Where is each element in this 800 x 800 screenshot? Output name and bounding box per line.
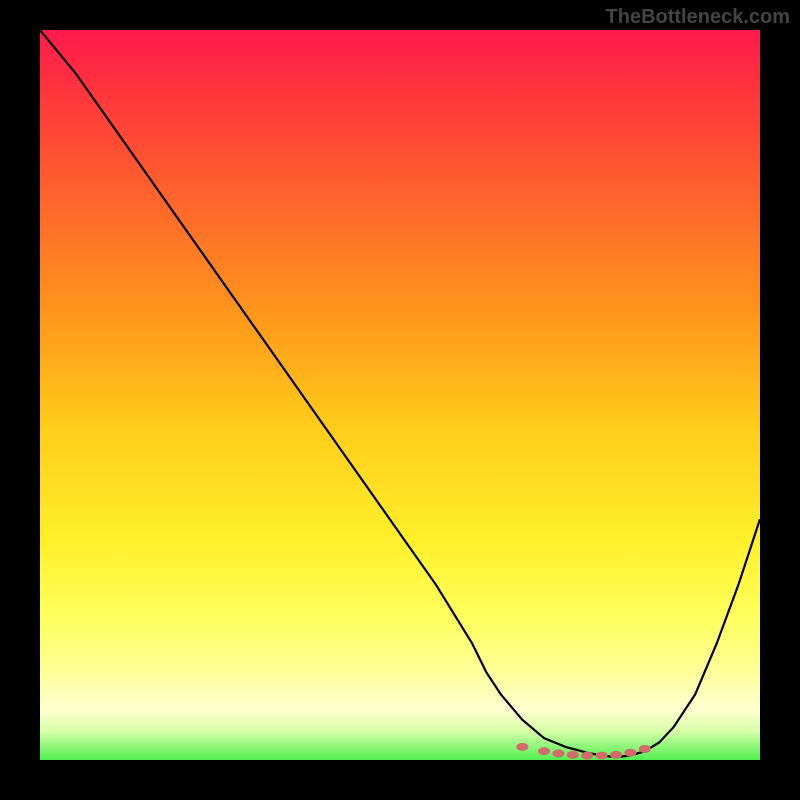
- marker-dot: [516, 743, 528, 751]
- marker-dot: [624, 749, 636, 757]
- marker-dot: [552, 749, 564, 757]
- marker-dot: [581, 752, 593, 760]
- marker-dot: [567, 751, 579, 759]
- watermark-text: TheBottleneck.com: [606, 6, 790, 29]
- marker-dot: [639, 745, 651, 753]
- plot-area: [40, 30, 760, 760]
- curve-svg: [40, 30, 760, 760]
- marker-dot: [610, 751, 622, 759]
- marker-dot: [596, 752, 608, 760]
- marker-dot: [538, 747, 550, 755]
- bottleneck-curve: [40, 30, 760, 757]
- chart-container: TheBottleneck.com: [0, 0, 800, 800]
